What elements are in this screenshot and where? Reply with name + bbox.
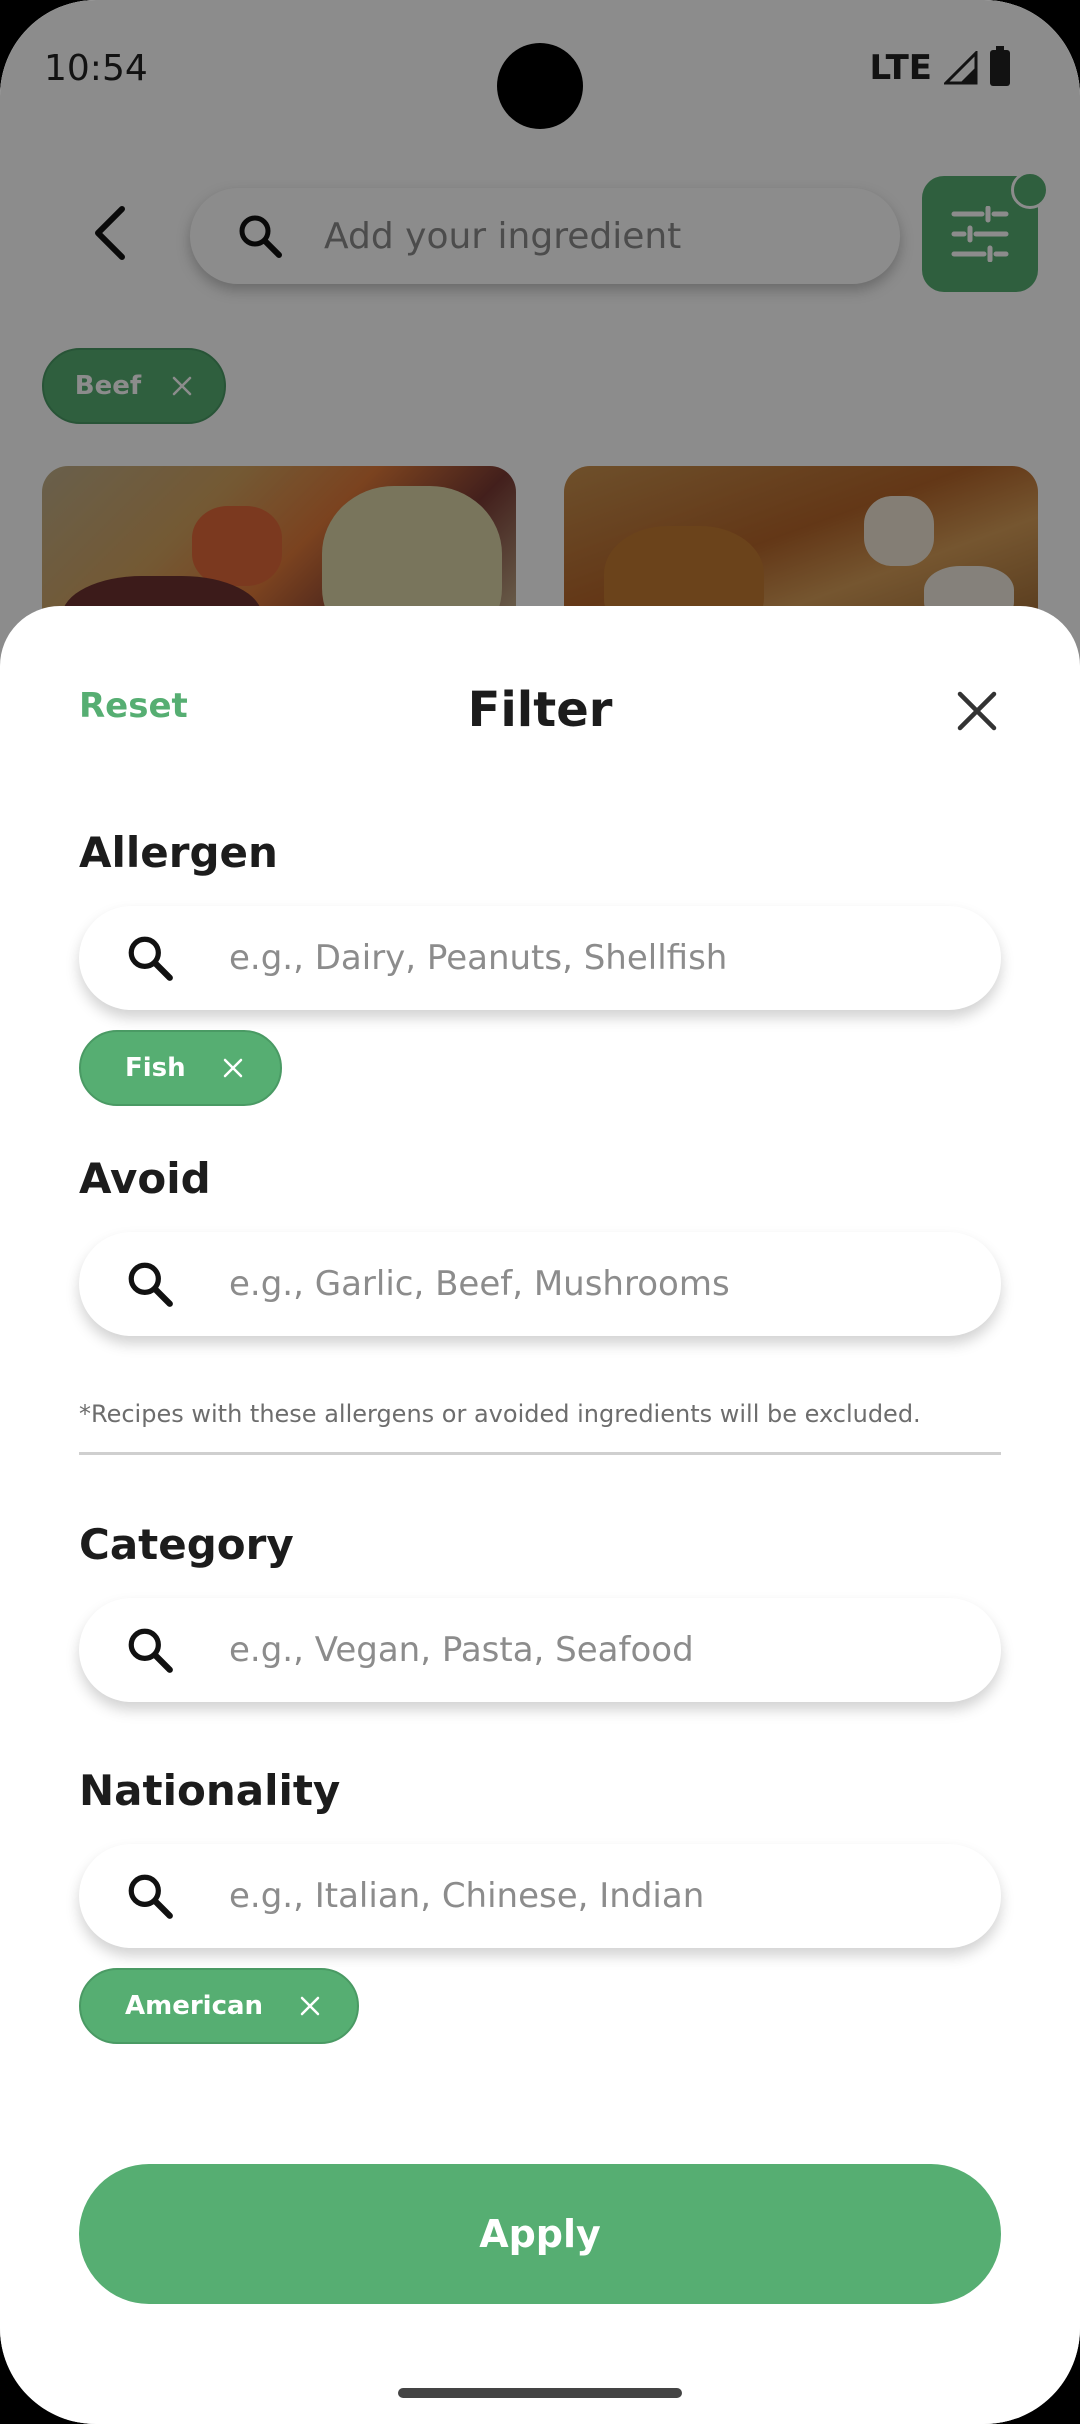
search-icon — [125, 1871, 175, 1921]
allergen-input[interactable] — [227, 937, 931, 979]
chip-label: Fish — [125, 1053, 186, 1083]
search-icon — [125, 933, 175, 983]
allergen-chip-fish[interactable]: Fish — [79, 1030, 282, 1106]
nationality-field[interactable] — [79, 1844, 1001, 1948]
nationality-label: Nationality — [79, 1766, 341, 1815]
filter-sheet: Reset Filter Allergen Fish Avoid *Reci — [0, 606, 1080, 2424]
chip-close-icon[interactable] — [222, 1057, 244, 1079]
category-input[interactable] — [227, 1629, 931, 1671]
avoid-field[interactable] — [79, 1232, 1001, 1336]
avoid-input[interactable] — [227, 1263, 931, 1305]
home-indicator[interactable] — [398, 2388, 682, 2398]
allergen-label: Allergen — [79, 828, 278, 877]
category-field[interactable] — [79, 1598, 1001, 1702]
allergen-field[interactable] — [79, 906, 1001, 1010]
screen: 10:54 LTE Add your ingredient Beef Reset… — [0, 0, 1080, 2424]
category-label: Category — [79, 1520, 294, 1569]
sheet-header: Reset Filter — [0, 606, 1080, 806]
chip-close-icon[interactable] — [299, 1995, 321, 2017]
apply-button[interactable]: Apply — [79, 2164, 1001, 2304]
sheet-title: Filter — [467, 682, 613, 738]
section-divider — [79, 1452, 1001, 1455]
search-icon — [125, 1259, 175, 1309]
search-icon — [125, 1625, 175, 1675]
exclusion-note: *Recipes with these allergens or avoided… — [79, 1400, 921, 1428]
nationality-input[interactable] — [227, 1875, 931, 1917]
chip-label: American — [125, 1991, 264, 2021]
nationality-chip-american[interactable]: American — [79, 1968, 360, 2044]
avoid-label: Avoid — [79, 1154, 211, 1203]
close-icon[interactable] — [952, 686, 1002, 736]
